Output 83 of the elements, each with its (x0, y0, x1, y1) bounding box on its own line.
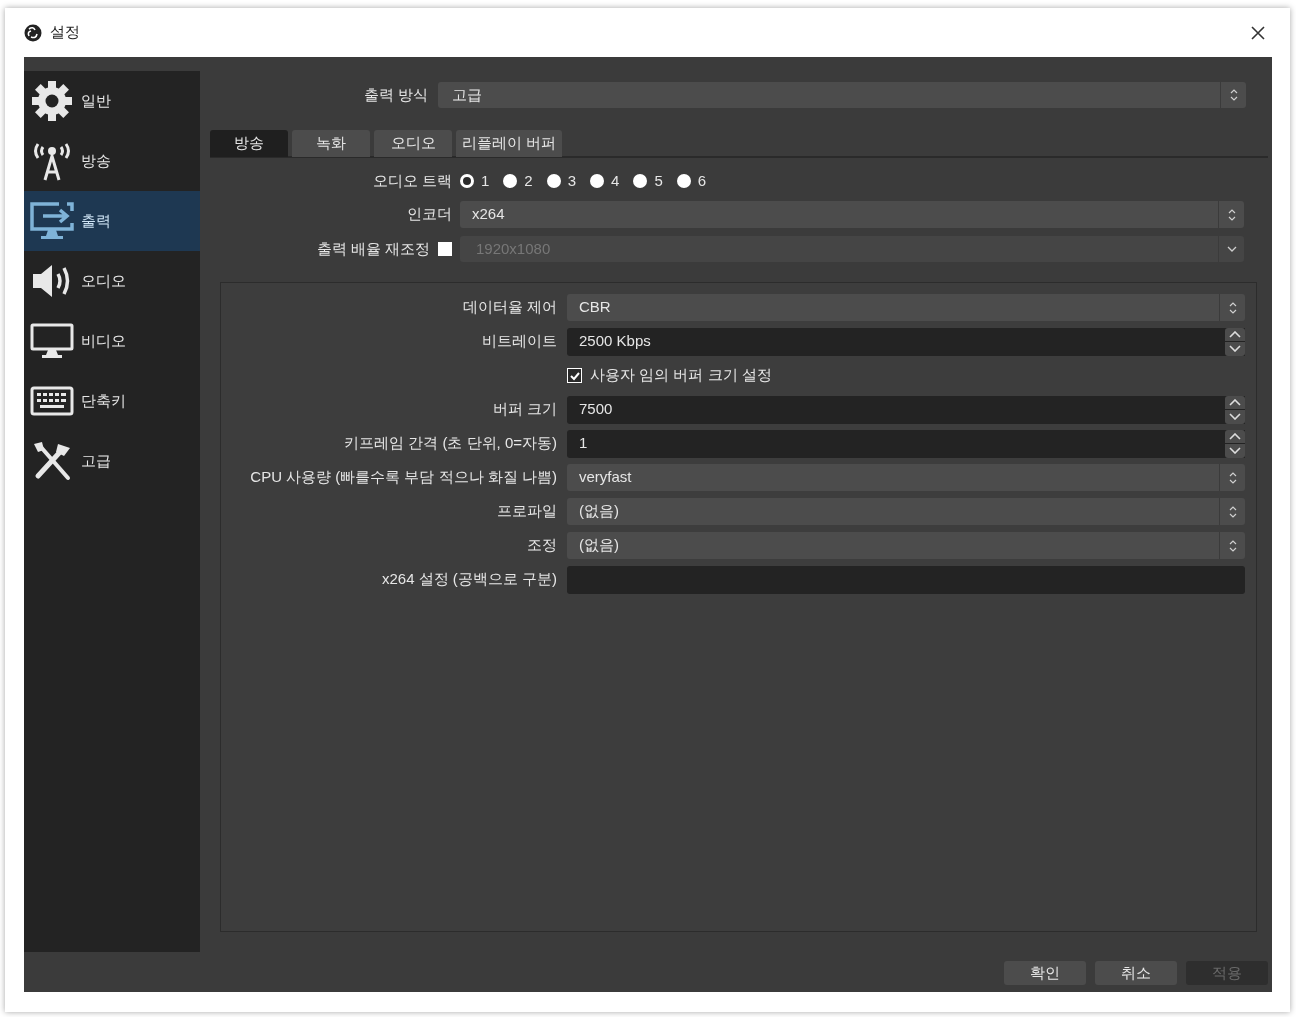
sidebar-item[interactable]: 출력 (24, 191, 200, 251)
spin-up-button[interactable] (1225, 429, 1245, 443)
field-value: 1 (578, 433, 588, 454)
radio-button[interactable] (546, 174, 561, 188)
monitor-arrow-icon (29, 201, 75, 241)
chevron-down-icon (1226, 246, 1237, 252)
spin-down-button[interactable] (1225, 443, 1245, 458)
field-label: 출력 방식 (362, 84, 429, 105)
radio-label: 2 (524, 170, 533, 191)
field-value: 7500 (578, 399, 613, 420)
dropdown[interactable]: CBR (567, 294, 1245, 321)
window-title: 설정 (50, 22, 80, 43)
chevron-down-icon (1229, 345, 1241, 352)
radio-label: 3 (567, 170, 577, 191)
app-logo-icon (24, 23, 42, 42)
spin-down-button[interactable] (1225, 341, 1245, 356)
updown-chevron-icon (1228, 470, 1237, 485)
updown-chevron-icon (1228, 300, 1237, 315)
dialog-button[interactable]: 확인 (1004, 961, 1086, 985)
sidebar-item[interactable]: 단축키 (24, 371, 200, 431)
updown-chevron-icon (1227, 207, 1236, 222)
spin-up-button[interactable] (1225, 395, 1245, 409)
tab[interactable]: 리플레이 버퍼 (456, 130, 563, 157)
output-mode-dropdown[interactable]: 고급 (438, 82, 1246, 108)
sidebar-item[interactable]: 오디오 (24, 251, 200, 311)
tab[interactable]: 녹화 (292, 130, 370, 157)
radio-button[interactable] (676, 174, 691, 188)
updown-chevron-icon (1228, 538, 1237, 553)
keyboard-icon (30, 386, 74, 416)
field-label: 조정 (526, 535, 558, 556)
dropdown-value: x264 (471, 204, 506, 225)
field-label: 프로파일 (496, 501, 558, 522)
dropdown-value: 고급 (451, 84, 483, 105)
field-label: x264 설정 (공백으로 구분) (380, 569, 558, 590)
spin-down-button[interactable] (1225, 409, 1245, 424)
field-label: 키프레임 간격 (초 단위, 0=자동) (343, 433, 558, 454)
radio-label: 4 (611, 170, 620, 191)
chevron-down-icon (1229, 413, 1241, 420)
field-label: 인코더 (406, 204, 453, 225)
field-label: 데이터율 제어 (461, 297, 558, 318)
field-value: 2500 Kbps (578, 331, 651, 352)
chevron-up-icon (1229, 330, 1241, 338)
sidebar-item[interactable]: 비디오 (24, 311, 200, 371)
checkbox[interactable] (438, 242, 452, 256)
sidebar-item[interactable]: 방송 (24, 131, 200, 191)
dropdown-value: veryfast (578, 467, 633, 488)
sidebar-item[interactable]: 일반 (24, 71, 200, 131)
field-label: 비트레이트 (481, 331, 558, 352)
dropdown-value: (없음) (578, 501, 620, 522)
dropdown-value: CBR (578, 297, 612, 318)
chevron-up-icon (1229, 398, 1241, 406)
tab[interactable]: 오디오 (374, 130, 452, 157)
field-label: 출력 배율 재조정 (315, 238, 431, 259)
field-label: CPU 사용량 (빠를수록 부담 적으나 화질 나쁨) (249, 467, 558, 488)
radio-label: 6 (697, 170, 707, 191)
radio-button[interactable] (503, 174, 518, 188)
gear-icon (30, 79, 74, 123)
radio-button[interactable] (633, 174, 648, 188)
updown-chevron-icon (1228, 504, 1237, 519)
updown-chevron-icon (1229, 88, 1238, 102)
dropdown[interactable]: (없음) (567, 532, 1245, 559)
monitor-icon (30, 323, 74, 359)
spin-field[interactable]: 2500 Kbps (567, 327, 1225, 356)
spin-field[interactable]: 7500 (567, 395, 1225, 424)
checkbox-label: 사용자 임의 버퍼 크기 설정 (590, 365, 772, 386)
radio-label: 1 (481, 170, 490, 191)
radio-button[interactable] (590, 174, 605, 188)
field-label: 버퍼 크기 (491, 399, 558, 420)
dropdown[interactable]: (없음) (567, 498, 1245, 525)
dialog-button[interactable]: 취소 (1095, 961, 1177, 985)
tab[interactable]: 방송 (210, 130, 288, 157)
chevron-up-icon (1229, 432, 1241, 440)
chevron-down-icon (1229, 447, 1241, 454)
spin-up-button[interactable] (1225, 327, 1245, 341)
radio-label: 5 (654, 170, 663, 191)
dropdown-value: (없음) (578, 535, 620, 556)
field-label: 오디오 트랙 (371, 170, 453, 191)
encoder-dropdown[interactable]: x264 (460, 201, 1244, 228)
radio-button[interactable] (460, 174, 474, 188)
spin-field[interactable]: 1 (567, 429, 1225, 458)
sidebar-item[interactable]: 고급 (24, 431, 200, 491)
dropdown[interactable]: veryfast (567, 464, 1245, 491)
checkbox[interactable] (567, 368, 582, 383)
